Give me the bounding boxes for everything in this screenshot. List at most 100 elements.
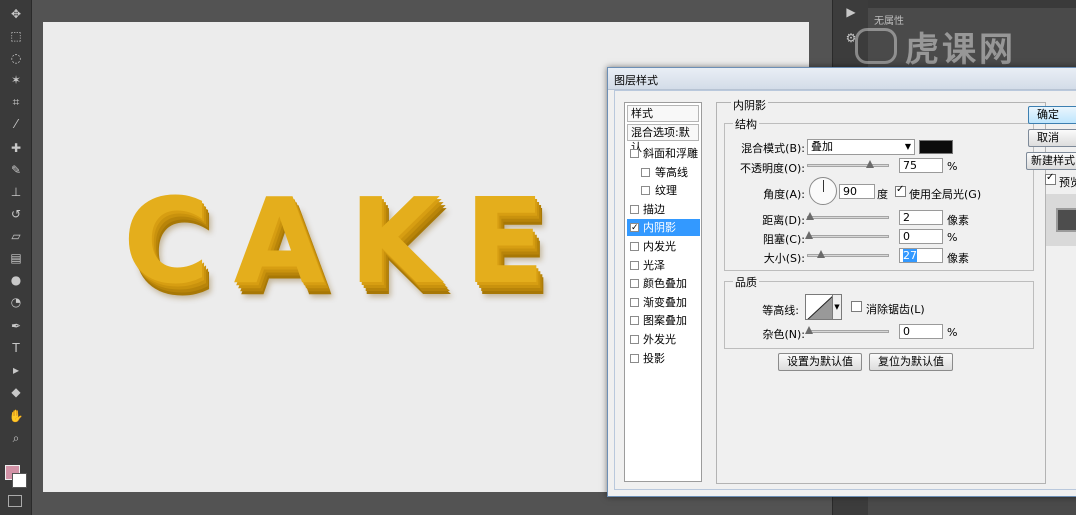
style-item-checkbox[interactable] — [630, 353, 639, 363]
style-item-label: 内发光 — [643, 240, 676, 253]
style-item-checkbox[interactable] — [630, 242, 639, 251]
preview-checkbox[interactable] — [1045, 172, 1056, 185]
blend-mode-select[interactable]: 叠加 ▼ — [807, 139, 915, 155]
angle-input[interactable]: 90 — [839, 184, 875, 199]
healing-brush-tool-icon[interactable]: ✚ — [7, 140, 25, 156]
style-item-checkbox[interactable] — [630, 204, 639, 214]
style-item[interactable]: 光泽 — [627, 257, 700, 274]
zoom-tool-icon[interactable]: ⌕ — [7, 430, 25, 446]
cancel-button[interactable]: 取消 — [1028, 129, 1076, 147]
style-item-label: 等高线 — [655, 165, 688, 179]
style-item-checkbox[interactable] — [630, 260, 639, 270]
style-item-checkbox[interactable] — [630, 279, 639, 289]
style-item[interactable]: 描边 — [627, 201, 700, 218]
clone-stamp-tool-icon[interactable]: ⊥ — [7, 184, 25, 200]
lasso-tool-icon[interactable]: ◌ — [7, 50, 25, 66]
style-item[interactable]: 等高线 — [627, 164, 700, 181]
style-item-checkbox[interactable] — [630, 297, 639, 307]
style-item-checkbox[interactable] — [630, 316, 639, 326]
opacity-input[interactable]: 75 — [899, 158, 943, 173]
brush-tool-icon[interactable]: ✎ — [7, 162, 25, 178]
size-unit: 像素 — [947, 252, 969, 265]
global-light-checkbox[interactable] — [895, 184, 906, 197]
set-default-button[interactable]: 设置为默认值 — [778, 353, 862, 371]
choke-label: 阻塞(C): — [763, 233, 805, 246]
style-item-label: 描边 — [643, 202, 665, 216]
antialias-checkbox[interactable] — [851, 301, 862, 312]
style-item[interactable]: 外发光 — [627, 331, 700, 348]
style-item[interactable]: 内发光 — [627, 238, 700, 255]
play-icon[interactable]: ▶ — [842, 4, 860, 20]
path-selection-tool-icon[interactable]: ▸ — [7, 362, 25, 378]
background-color-swatch[interactable] — [12, 473, 27, 488]
size-slider[interactable] — [807, 250, 889, 258]
quality-title: 品质 — [733, 274, 759, 290]
styles-list-header[interactable]: 样式 — [627, 105, 699, 122]
ok-button[interactable]: 确定 — [1028, 106, 1076, 124]
dialog-titlebar[interactable]: 图层样式 — [608, 68, 1076, 90]
distance-slider-thumb[interactable] — [806, 212, 814, 220]
section-title: 内阴影 — [731, 97, 768, 113]
eraser-tool-icon[interactable]: ▱ — [7, 228, 25, 244]
type-tool-icon[interactable]: T — [7, 340, 25, 356]
style-item[interactable]: 颜色叠加 — [627, 275, 700, 292]
size-slider-thumb[interactable] — [817, 250, 825, 258]
watermark-text: 虎课网 — [905, 30, 1016, 70]
pen-tool-icon[interactable]: ✒ — [7, 318, 25, 334]
reset-default-button[interactable]: 复位为默认值 — [869, 353, 953, 371]
move-tool-icon[interactable]: ✥ — [7, 6, 25, 22]
style-item-checkbox[interactable] — [630, 335, 639, 344]
style-item[interactable]: 渐变叠加 — [627, 294, 700, 311]
new-style-button[interactable]: 新建样式 — [1026, 152, 1076, 170]
layer-style-dialog: 图层样式 样式 混合选项:默认 斜面和浮雕等高线纹理描边内阴影内发光光泽颜色叠加… — [607, 67, 1076, 497]
opacity-slider[interactable] — [807, 160, 889, 168]
style-item-label: 斜面和浮雕 — [643, 147, 698, 160]
blending-options-item[interactable]: 混合选项:默认 — [627, 124, 699, 154]
choke-input[interactable]: 0 — [899, 229, 943, 244]
opacity-slider-thumb[interactable] — [866, 160, 874, 168]
dodge-tool-icon[interactable]: ◔ — [7, 294, 25, 310]
style-item-checkbox[interactable] — [641, 167, 650, 177]
angle-dial[interactable] — [809, 177, 837, 205]
style-item-checkbox[interactable] — [630, 220, 639, 237]
distance-unit: 像素 — [947, 214, 969, 227]
shape-tool-icon[interactable]: ◆ — [7, 384, 25, 400]
style-item-label: 外发光 — [643, 333, 676, 346]
contour-dropdown-arrow[interactable]: ▼ — [833, 294, 842, 320]
choke-slider[interactable] — [805, 231, 889, 239]
choke-unit: % — [947, 231, 958, 244]
style-item[interactable]: 内阴影 — [627, 219, 700, 237]
blur-tool-icon[interactable]: ● — [7, 272, 25, 288]
noise-slider-thumb[interactable] — [805, 326, 813, 334]
crop-tool-icon[interactable]: ⌗ — [7, 94, 25, 110]
noise-slider[interactable] — [805, 326, 889, 334]
size-value: 27 — [903, 249, 917, 262]
style-item-label: 图案叠加 — [643, 314, 687, 328]
style-item[interactable]: 图案叠加 — [627, 312, 700, 329]
quick-mask-icon[interactable] — [8, 495, 22, 507]
choke-slider-thumb[interactable] — [805, 231, 813, 239]
eyedropper-tool-icon[interactable]: ⁄ — [7, 116, 25, 132]
tools-panel: ✥ ⬚ ◌ ✶ ⌗ ⁄ ✚ ✎ ⊥ ↺ ▱ ▤ ● ◔ ✒ T ▸ ◆ ✋ ⌕ — [0, 0, 32, 515]
styles-list: 样式 混合选项:默认 斜面和浮雕等高线纹理描边内阴影内发光光泽颜色叠加渐变叠加图… — [624, 102, 702, 482]
hand-tool-icon[interactable]: ✋ — [7, 408, 25, 424]
marquee-tool-icon[interactable]: ⬚ — [7, 28, 25, 44]
history-brush-tool-icon[interactable]: ↺ — [7, 206, 25, 222]
size-input[interactable]: 27 — [899, 248, 943, 263]
gradient-tool-icon[interactable]: ▤ — [7, 250, 25, 266]
magic-wand-tool-icon[interactable]: ✶ — [7, 72, 25, 88]
shadow-color-swatch[interactable] — [919, 140, 953, 154]
style-item-checkbox[interactable] — [630, 149, 639, 158]
opacity-label: 不透明度(O): — [740, 162, 805, 175]
style-item[interactable]: 纹理 — [627, 182, 700, 199]
style-item[interactable]: 投影 — [627, 350, 700, 367]
panel-tabs — [868, 0, 1076, 8]
watermark-logo-icon — [855, 28, 897, 64]
contour-preview[interactable] — [805, 294, 833, 320]
style-item[interactable]: 斜面和浮雕 — [627, 145, 700, 162]
style-item-checkbox[interactable] — [641, 186, 650, 196]
inner-shadow-settings: 内阴影 结构 混合模式(B): 叠加 ▼ 不透明度(O): 75 % 角度(A)… — [716, 97, 1046, 484]
distance-slider[interactable] — [806, 212, 889, 220]
noise-input[interactable]: 0 — [899, 324, 943, 339]
distance-input[interactable]: 2 — [899, 210, 943, 225]
